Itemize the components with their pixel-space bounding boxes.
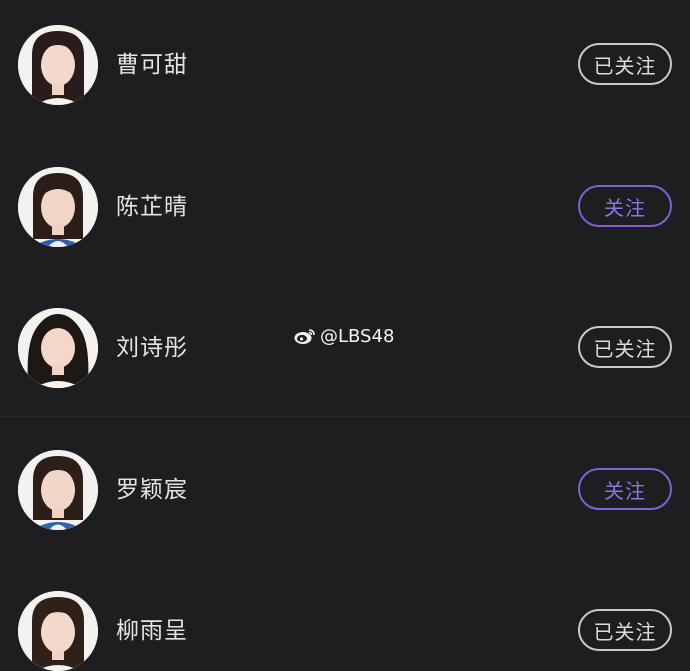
member-row[interactable]: 柳雨呈 已关注 <box>0 581 690 671</box>
follow-button[interactable]: 关注 <box>578 185 672 227</box>
follow-list: 曹可甜 已关注 陈芷晴 关注 刘诗彤 已关注 罗颖宸 关注 柳雨呈 已关注 @L… <box>0 0 690 671</box>
follow-button[interactable]: 关注 <box>578 468 672 510</box>
member-name: 柳雨呈 <box>116 618 188 644</box>
avatar[interactable] <box>18 591 98 671</box>
member-name: 罗颖宸 <box>116 477 188 503</box>
follow-button[interactable]: 已关注 <box>578 609 672 651</box>
member-row[interactable]: 陈芷晴 关注 <box>0 157 690 257</box>
watermark: @LBS48 <box>294 324 394 348</box>
member-row[interactable]: 刘诗彤 已关注 <box>0 298 690 398</box>
member-name: 曹可甜 <box>116 52 188 78</box>
watermark-text: @LBS48 <box>320 325 395 347</box>
divider <box>0 416 690 417</box>
avatar[interactable] <box>18 167 98 247</box>
member-name: 陈芷晴 <box>116 194 188 220</box>
weibo-icon <box>294 327 316 345</box>
member-row[interactable]: 罗颖宸 关注 <box>0 440 690 540</box>
member-name: 刘诗彤 <box>116 335 188 361</box>
follow-button[interactable]: 已关注 <box>578 43 672 85</box>
avatar[interactable] <box>18 25 98 105</box>
avatar[interactable] <box>18 450 98 530</box>
avatar[interactable] <box>18 308 98 388</box>
member-row[interactable]: 曹可甜 已关注 <box>0 15 690 115</box>
follow-button[interactable]: 已关注 <box>578 326 672 368</box>
